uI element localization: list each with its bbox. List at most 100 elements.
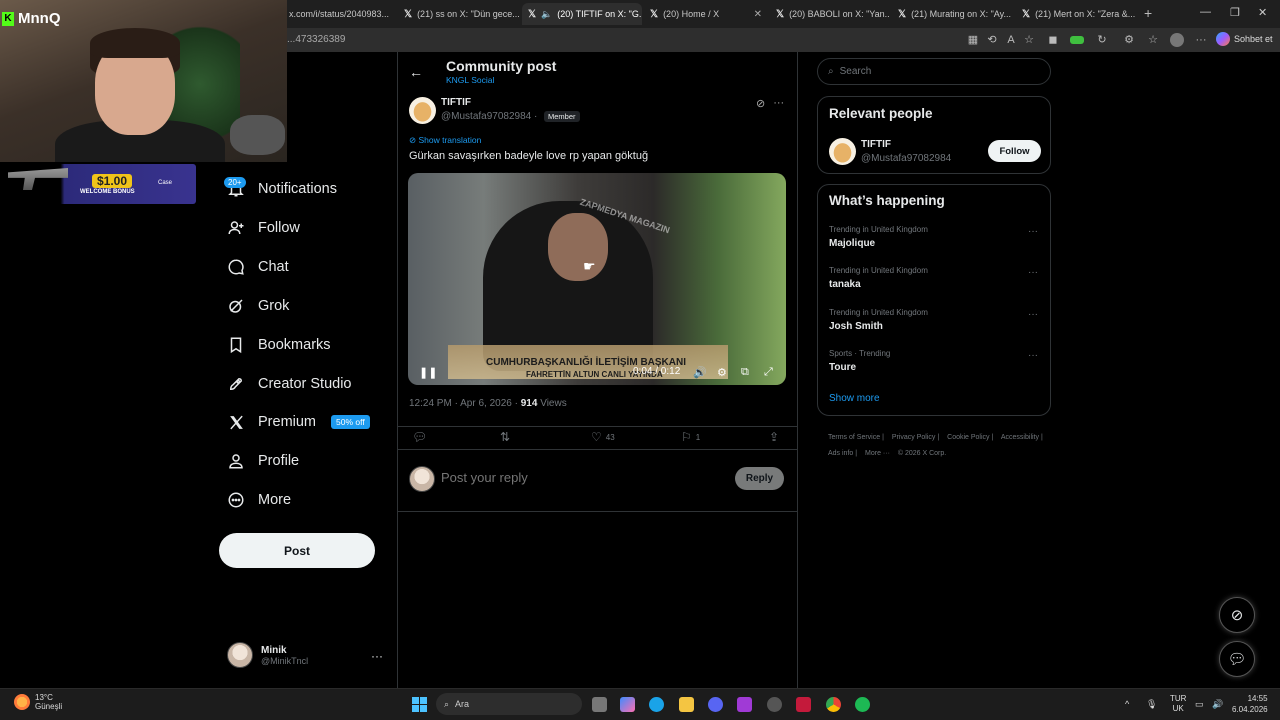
post-author-name[interactable]: TIFTIF [441,97,471,108]
read-aloud-icon[interactable]: A [1004,33,1018,47]
app-icon[interactable] [737,697,752,712]
sidebar-item-follow[interactable]: Follow [227,215,300,241]
menu-dots-icon[interactable]: ··· [1194,33,1208,47]
reply-icon[interactable]: 💬︎ [412,430,427,444]
new-tab-icon[interactable]: + [1144,5,1152,21]
browser-tab[interactable]: 𝕏(21) Mert on X: "Zera &...✕ [1016,3,1136,25]
trend-name[interactable]: tanaka [829,279,861,290]
sidebar-item-bookmarks[interactable]: Bookmarks [227,332,331,358]
minimize-icon[interactable]: — [1200,6,1211,18]
video-player[interactable]: ZAPMEDYA MAGAZIN CUMHURBAŞKANLIĞI İLETİŞ… [408,173,786,385]
puzzle-icon[interactable]: ⚙ [1122,33,1136,47]
browser-tab[interactable]: x.com/i/status/2040983... [283,3,398,25]
bookmark-button[interactable]: ⚐ 1 [681,430,700,444]
share-icon[interactable]: ⇪ [769,430,779,444]
footer-link[interactable]: Privacy Policy | [892,434,939,441]
footer-link[interactable]: Terms of Service | [828,434,884,441]
like-button[interactable]: ♡ 43 [591,430,615,444]
task-view-icon[interactable] [592,697,607,712]
follow-button[interactable]: Follow [988,140,1041,162]
taskbar-search[interactable]: ⌕ Ara [436,693,582,715]
post-timestamp[interactable]: 12:24 PM · Apr 6, 2026 · [409,398,518,409]
weather-widget[interactable]: 13°C Güneşli [14,693,62,711]
trend-more-icon[interactable]: ··· [1028,267,1038,278]
grid-icon[interactable]: ▦ [966,33,980,47]
browser-tab[interactable]: 𝕏 (20) Home / X ✕ [644,3,768,25]
settings-icon[interactable]: ⚙ [717,366,727,379]
profile-icon[interactable] [1170,33,1184,47]
picture-in-picture-icon[interactable]: ⧉ [741,366,749,379]
grok-fab[interactable]: ⊘ [1219,597,1255,633]
footer-link[interactable]: Accessibility | [1001,434,1043,441]
sidebar-item-more[interactable]: More [227,487,291,513]
sidebar-item-creator-studio[interactable]: Creator Studio [227,371,352,397]
show-more-link[interactable]: Show more [829,393,880,404]
community-link[interactable]: KNGL Social [446,75,494,85]
show-translation-link[interactable]: ⊘ Show translation [409,135,481,146]
browser-tab[interactable]: 𝕏(21) Murating on X: "Ay...✕ [892,3,1014,25]
sidebar-item-chat[interactable]: Chat [227,254,289,280]
language-indicator[interactable]: TUR UK [1170,694,1186,714]
sidebar-item-grok[interactable]: Grok [227,293,289,319]
mic-icon[interactable]: 🎙︎ [1146,699,1157,710]
file-explorer-icon[interactable] [679,697,694,712]
browser-tab[interactable]: 𝕏(21) ss on X: "Dün gece...✕ [398,3,522,25]
extension-icon[interactable]: ◼ [1046,33,1060,47]
search-box[interactable]: ⌕ [817,58,1051,85]
trend-more-icon[interactable]: ··· [1028,226,1038,237]
refresh-extension-icon[interactable]: ↻ [1095,33,1109,47]
relevant-person-name[interactable]: TIFTIF [861,139,891,150]
post-button[interactable]: Post [219,533,375,568]
volume-icon[interactable]: 🔊 [1212,699,1223,710]
copilot-button[interactable]: Sohbet et [1216,32,1273,46]
trend-name[interactable]: Josh Smith [829,321,883,332]
browser-tab[interactable]: 𝕏(20) BABOLI on X: "Yan...✕ [770,3,890,25]
trend-name[interactable]: Toure [829,362,856,373]
footer-link[interactable]: Ads info | [828,450,857,457]
speaker-icon[interactable]: 🔈 [541,9,552,20]
chat-fab[interactable]: 💬︎ [1219,641,1255,677]
app-icon[interactable] [796,697,811,712]
close-icon[interactable]: ✕ [754,9,762,20]
volume-icon[interactable]: 🔊 [693,366,707,379]
translate-icon[interactable]: ⟲ [985,33,999,47]
app-icon[interactable] [767,697,782,712]
relevant-person-handle[interactable]: @Mustafa97082984 [861,153,951,164]
discord-icon[interactable] [708,697,723,712]
pause-icon[interactable]: ❚❚ [419,366,437,379]
maximize-icon[interactable]: ❐ [1230,6,1240,19]
repost-icon[interactable]: ⇅ [500,430,510,444]
footer-link[interactable]: More ··· [865,450,890,457]
reply-button[interactable]: Reply [735,467,784,490]
windows-start-icon[interactable] [412,697,427,712]
reply-input[interactable] [441,470,721,485]
search-input[interactable] [839,66,1020,77]
sidebar-item-premium[interactable]: Premium 50% off [227,409,370,435]
post-author-handle[interactable]: @Mustafa97082984 · [441,111,537,122]
network-icon[interactable]: ▭ [1195,699,1204,710]
trend-more-icon[interactable]: ··· [1028,309,1038,320]
trend-more-icon[interactable]: ··· [1028,350,1038,361]
footer-link[interactable]: Cookie Policy | [947,434,993,441]
grok-icon[interactable]: ⊘ [756,97,765,110]
tray-chevron-icon[interactable]: ^ [1125,699,1129,709]
relevant-person-avatar[interactable] [829,138,856,165]
post-author-avatar[interactable] [409,97,436,124]
window-close-icon[interactable]: ✕ [1258,6,1267,19]
browser-tab-active[interactable]: 𝕏🔈(20) TIFTIF on X: "G...✕ [522,3,642,25]
copilot-app-icon[interactable] [620,697,635,712]
collections-icon[interactable]: ☆ [1146,33,1160,47]
taskbar-clock[interactable]: 14:55 6.04.2026 [1232,693,1268,715]
account-more-icon[interactable]: ··· [371,649,383,663]
back-arrow-icon[interactable]: ← [409,64,423,80]
url-field[interactable]: ...473326389 [287,34,345,45]
more-options-icon[interactable]: ··· [773,97,784,110]
fullscreen-icon[interactable]: ⤢ [764,366,773,379]
edge-icon[interactable] [649,697,664,712]
sidebar-item-profile[interactable]: Profile [227,448,299,474]
account-switcher[interactable]: Minik @MinikTncl [227,642,387,668]
trend-name[interactable]: Majolique [829,238,875,249]
extension-battery-icon[interactable] [1070,36,1084,44]
favorite-star-icon[interactable]: ☆ [1022,33,1036,47]
chrome-icon[interactable] [826,697,841,712]
